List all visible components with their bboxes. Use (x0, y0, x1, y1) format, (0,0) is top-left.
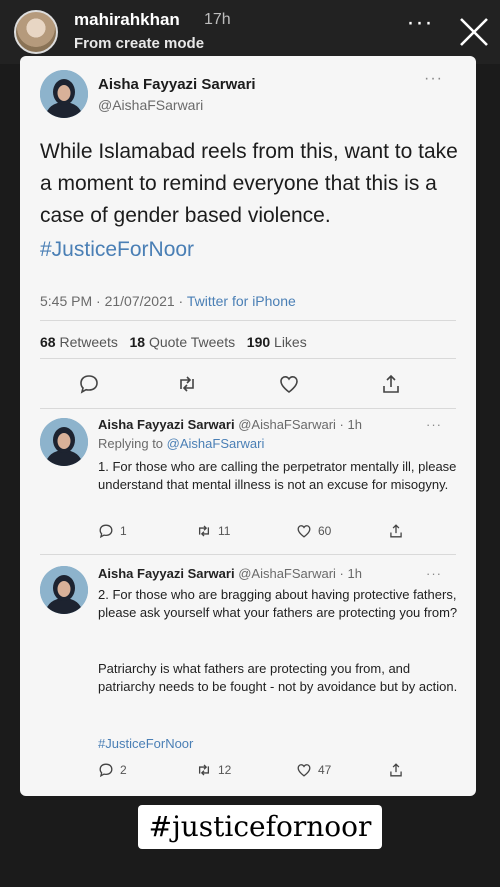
story-username[interactable]: mahirahkhan (74, 10, 180, 30)
like-count: 60 (318, 524, 332, 538)
reply-actions: 2 12 47 (98, 760, 458, 780)
share-button[interactable] (388, 521, 404, 541)
quotes-label[interactable]: Quote Tweets (149, 334, 235, 350)
story-time: 17h (204, 11, 231, 28)
share-icon[interactable] (380, 373, 402, 395)
reply-avatar[interactable] (40, 418, 88, 466)
retweet-button[interactable]: 12 (196, 760, 231, 780)
reply-icon (99, 763, 113, 778)
retweet-count: 11 (218, 524, 231, 538)
reply-text-paragraph-2: Patriarchy is what fathers are protectin… (98, 661, 458, 694)
reply-header: Aisha Fayyazi Sarwari @AishaFSarwari · 1… (98, 417, 362, 432)
reply-icon[interactable] (78, 373, 100, 395)
tweet-actions (20, 370, 476, 398)
reply-meta[interactable]: @AishaFSarwari · 1h (238, 417, 362, 432)
story-mode-label[interactable]: From create mode (74, 35, 204, 52)
retweet-icon (198, 764, 210, 776)
retweet-icon (198, 525, 210, 537)
reply-author-name[interactable]: Aisha Fayyazi Sarwari (98, 566, 235, 581)
retweets-count[interactable]: 68 (40, 334, 56, 350)
share-button[interactable] (388, 760, 404, 780)
divider (40, 358, 456, 359)
tweet-timestamp: 5:45 PM · 21/07/2021 · (40, 293, 187, 309)
reply-hashtag[interactable]: #JusticeForNoor (98, 736, 193, 751)
share-icon (390, 763, 402, 777)
story-header: mahirahkhan 17h From create mode ··· (0, 0, 500, 64)
retweet-icon[interactable] (176, 373, 198, 395)
reply-author-name[interactable]: Aisha Fayyazi Sarwari (98, 417, 235, 432)
like-button[interactable]: 60 (296, 521, 331, 541)
like-icon (297, 764, 311, 777)
share-icon (390, 524, 402, 538)
author-handle[interactable]: @AishaFSarwari (98, 97, 203, 113)
author-name[interactable]: Aisha Fayyazi Sarwari (98, 76, 256, 93)
reply-count: 2 (120, 763, 127, 777)
reply-more-icon[interactable]: ··· (426, 566, 442, 581)
hashtag-sticker[interactable]: #justicefornoor (138, 805, 382, 849)
like-button[interactable]: 47 (296, 760, 331, 780)
tweet-screenshot-card: Aisha Fayyazi Sarwari @AishaFSarwari ···… (20, 56, 476, 796)
replying-prefix: Replying to (98, 436, 167, 451)
replying-to: Replying to @AishaFSarwari (98, 436, 264, 451)
reply-text: 2. For those who are bragging about havi… (98, 587, 458, 620)
tweet-text: While Islamabad reels from this, want to… (40, 140, 458, 227)
reply-header: Aisha Fayyazi Sarwari @AishaFSarwari · 1… (98, 566, 362, 581)
divider (40, 408, 456, 409)
reply-text: 1. For those who are calling the perpetr… (98, 459, 457, 492)
like-count: 47 (318, 763, 332, 777)
close-icon[interactable] (456, 14, 492, 50)
story-avatar[interactable] (14, 10, 58, 54)
retweet-button[interactable]: 11 (196, 521, 230, 541)
retweets-label[interactable]: Retweets (59, 334, 117, 350)
tweet-source[interactable]: Twitter for iPhone (187, 293, 296, 309)
tweet-more-icon[interactable]: ··· (424, 70, 443, 88)
reply-count: 1 (120, 524, 127, 538)
ellipsis-icon[interactable]: ··· (405, 11, 435, 44)
reply-avatar[interactable] (40, 566, 88, 614)
divider (40, 320, 456, 321)
divider (40, 554, 456, 555)
tweet-meta: 5:45 PM · 21/07/2021 · Twitter for iPhon… (40, 293, 296, 309)
reply-actions: 1 11 60 (98, 521, 458, 541)
tweet-hashtag[interactable]: #JusticeForNoor (40, 238, 194, 262)
quotes-count[interactable]: 18 (130, 334, 146, 350)
likes-count[interactable]: 190 (247, 334, 270, 350)
tweet-stats: 68 Retweets 18 Quote Tweets 190 Likes (40, 334, 307, 350)
likes-label[interactable]: Likes (274, 334, 307, 350)
like-icon[interactable] (278, 373, 300, 395)
reply-meta[interactable]: @AishaFSarwari · 1h (238, 566, 362, 581)
retweet-count: 12 (218, 763, 232, 777)
author-avatar[interactable] (40, 70, 88, 118)
reply-button[interactable]: 2 (98, 760, 127, 780)
replying-handle[interactable]: @AishaFSarwari (167, 436, 265, 451)
like-icon (297, 525, 311, 538)
reply-icon (99, 524, 113, 539)
reply-more-icon[interactable]: ··· (426, 417, 442, 432)
reply-button[interactable]: 1 (98, 521, 127, 541)
